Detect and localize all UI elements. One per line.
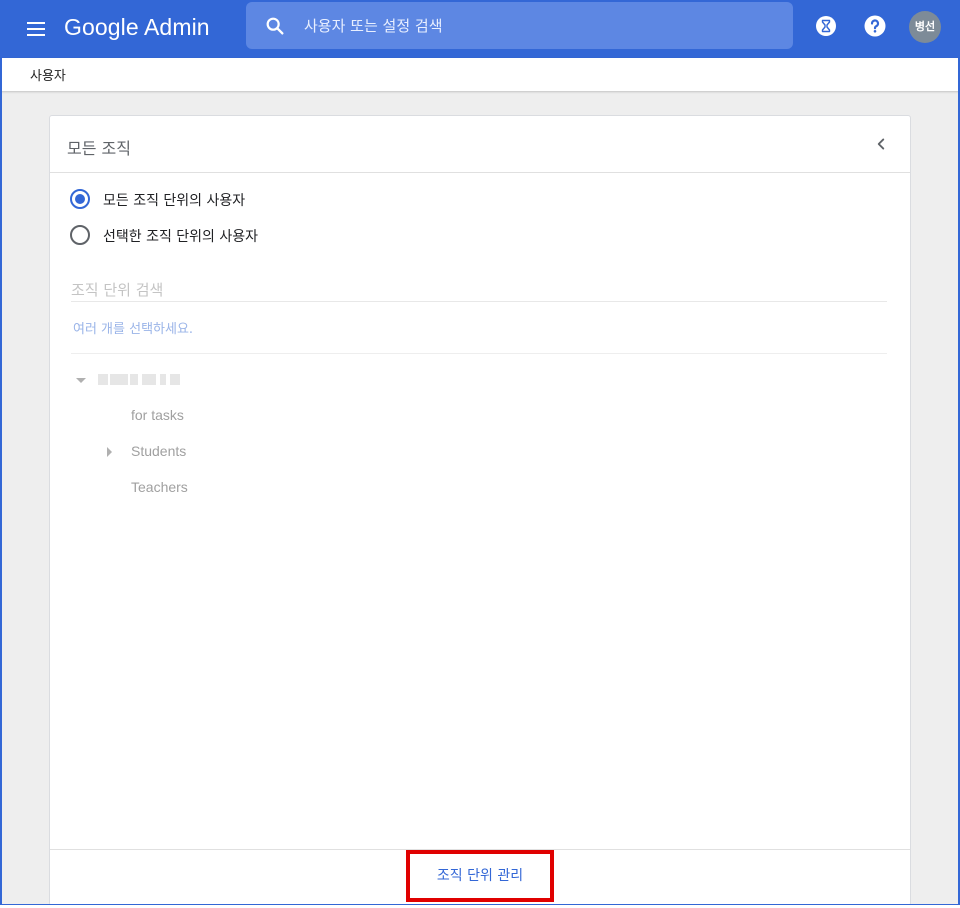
breadcrumb-bar: 사용자 bbox=[0, 58, 960, 91]
tree-item-teachers[interactable]: Teachers bbox=[131, 479, 188, 495]
expand-arrow-right-icon[interactable] bbox=[107, 447, 112, 457]
top-app-bar: Google Admin 병선 bbox=[0, 0, 960, 58]
panel-header: 모든 조직 bbox=[50, 116, 910, 173]
panel-title: 모든 조직 bbox=[67, 139, 131, 158]
panel-footer: 조직 단위 관리 bbox=[50, 849, 910, 905]
radio-label: 선택한 조직 단위의 사용자 bbox=[103, 229, 259, 245]
divider bbox=[71, 353, 887, 354]
help-icon[interactable] bbox=[863, 14, 887, 38]
org-unit-search-input[interactable] bbox=[71, 278, 887, 302]
expand-arrow-down-icon[interactable] bbox=[76, 378, 86, 383]
manage-org-units-button[interactable]: 조직 단위 관리 bbox=[406, 850, 554, 902]
frame-border-bottom bbox=[0, 904, 960, 908]
account-avatar[interactable]: 병선 bbox=[909, 11, 941, 43]
search-icon[interactable] bbox=[264, 15, 286, 37]
multi-select-hint: 여러 개를 선택하세요. bbox=[73, 322, 194, 337]
org-unit-panel: 모든 조직 모든 조직 단위의 사용자 선택한 조직 단위의 사용자 여러 개를… bbox=[49, 115, 911, 906]
tree-root-redacted-name[interactable] bbox=[98, 371, 184, 387]
frame-border-left bbox=[0, 91, 2, 908]
global-search-input[interactable] bbox=[304, 2, 774, 49]
tree-item-students[interactable]: Students bbox=[131, 443, 186, 459]
breadcrumb[interactable]: 사용자 bbox=[30, 65, 66, 84]
tree-item-for-tasks[interactable]: for tasks bbox=[131, 407, 184, 423]
hourglass-icon[interactable] bbox=[814, 14, 838, 38]
chevron-left-icon[interactable] bbox=[870, 133, 892, 155]
radio-label: 모든 조직 단위의 사용자 bbox=[103, 193, 246, 209]
radio-button-checked[interactable] bbox=[70, 189, 90, 209]
radio-button-unchecked[interactable] bbox=[70, 225, 90, 245]
app-logo[interactable]: Google Admin bbox=[64, 12, 210, 42]
global-search-box[interactable] bbox=[246, 2, 793, 49]
hamburger-menu-icon[interactable] bbox=[24, 17, 48, 41]
